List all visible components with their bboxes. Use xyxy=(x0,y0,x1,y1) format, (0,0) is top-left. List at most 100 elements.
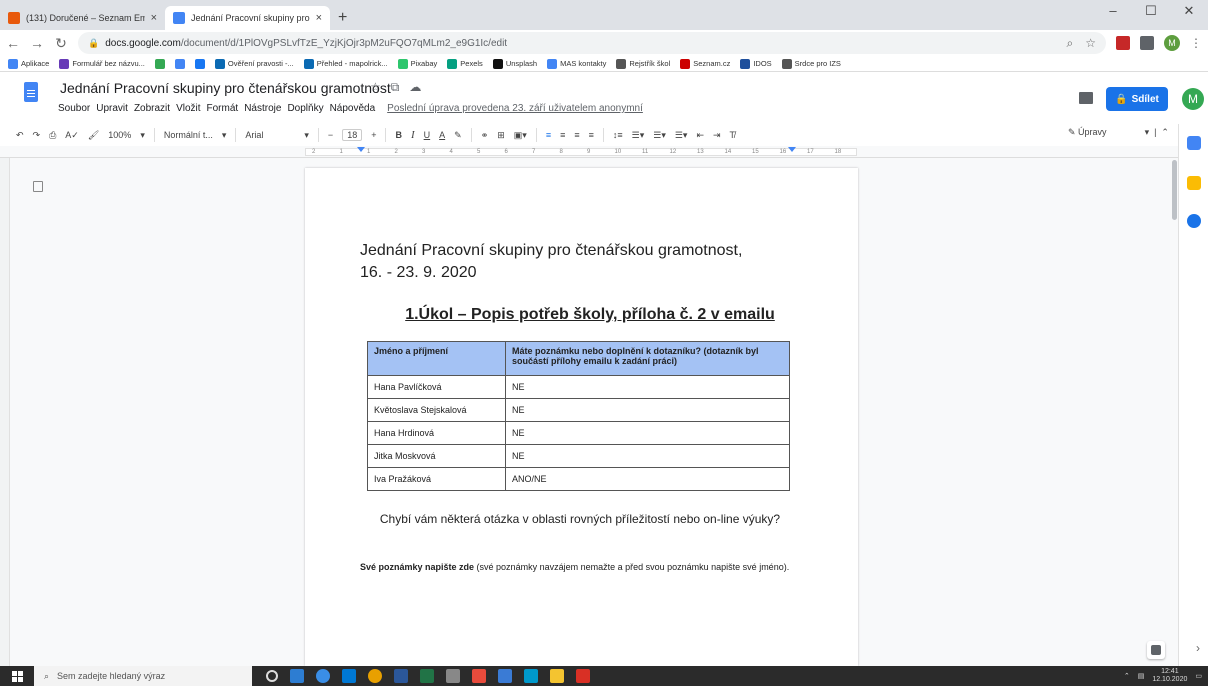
bookmark-item[interactable]: Ověření pravosti -... xyxy=(214,58,294,69)
bookmark-item[interactable]: Srdce pro IZS xyxy=(781,58,841,69)
browser-tab-docs[interactable]: Jednání Pracovní skupiny pro čte × xyxy=(165,6,330,30)
menu-insert[interactable]: Vložit xyxy=(176,103,200,114)
bookmark-item[interactable]: Pexels xyxy=(447,58,483,69)
bold-icon[interactable]: B xyxy=(395,130,402,140)
url-input[interactable]: 🔒 docs.google.com/document/d/1PlOVgPSLvf… xyxy=(78,32,1106,54)
note-paragraph[interactable]: Své poznámky napište zde (své poznámky n… xyxy=(360,561,800,574)
document-heading[interactable]: Jednání Pracovní skupiny pro čtenářskou … xyxy=(360,240,790,284)
table-cell[interactable]: NE xyxy=(505,398,790,422)
bookmark-item[interactable]: IDOS xyxy=(740,58,772,69)
question-text[interactable]: Chybí vám některá otázka v oblasti rovný… xyxy=(370,510,790,528)
last-edit-link[interactable]: Poslední úprava provedena 23. září uživa… xyxy=(387,103,643,114)
forward-arrow-icon[interactable]: → xyxy=(30,35,44,51)
explore-button[interactable] xyxy=(1147,641,1165,659)
menu-addons[interactable]: Doplňky xyxy=(287,103,323,114)
pdf-extension-icon[interactable] xyxy=(1116,36,1130,50)
close-tab-icon[interactable]: × xyxy=(151,12,157,24)
docs-logo-icon[interactable] xyxy=(24,82,38,102)
star-icon[interactable]: ☆ xyxy=(370,80,381,95)
bullet-list-icon[interactable]: ☰▾ xyxy=(653,130,666,141)
table-cell[interactable]: Hana Hrdinová xyxy=(367,421,506,445)
file-explorer-icon[interactable] xyxy=(550,669,564,683)
close-tab-icon[interactable]: × xyxy=(316,12,322,24)
bookmark-item[interactable]: Rejstřík škol xyxy=(616,58,670,69)
table-cell[interactable]: Iva Pražáková xyxy=(367,467,506,491)
bookmark-item[interactable]: Unsplash xyxy=(492,58,537,69)
undo-icon[interactable]: ↶ xyxy=(16,130,24,141)
align-center-icon[interactable]: ≡ xyxy=(560,130,565,140)
line-spacing-icon[interactable]: ↕≡ xyxy=(613,130,623,140)
back-arrow-icon[interactable]: ← xyxy=(6,35,20,51)
profile-avatar-small[interactable]: M xyxy=(1164,35,1180,51)
taskbar-search[interactable]: ⌕ Sem zadejte hledaný výraz xyxy=(34,666,252,686)
chrome-icon[interactable] xyxy=(368,669,382,683)
font-size-input[interactable]: 18 xyxy=(342,129,363,141)
star-icon[interactable]: ☆ xyxy=(1085,36,1096,50)
maximize-button[interactable]: ☐ xyxy=(1132,0,1170,26)
zoom-select[interactable]: 100% xyxy=(108,130,131,140)
app-icon[interactable] xyxy=(524,669,538,683)
bookmark-item[interactable]: Pixabay xyxy=(397,58,437,69)
chevron-down-icon[interactable]: ▾ | ⌃ xyxy=(1145,127,1169,138)
vertical-ruler[interactable] xyxy=(0,158,10,666)
table-cell[interactable]: Hana Pavlíčková xyxy=(367,375,506,399)
clear-formatting-icon[interactable]: T̸ xyxy=(730,130,736,140)
menu-edit[interactable]: Upravit xyxy=(96,103,128,114)
underline-icon[interactable]: U xyxy=(424,130,431,140)
bookmark-item[interactable]: Přehled - mapolrick... xyxy=(303,58,388,69)
pdf-icon[interactable] xyxy=(576,669,590,683)
puzzle-extension-icon[interactable] xyxy=(1140,36,1154,50)
table-cell[interactable]: NE xyxy=(505,375,790,399)
keep-icon[interactable] xyxy=(1187,176,1201,190)
menu-dots-icon[interactable]: ⋮ xyxy=(1190,36,1202,50)
notifications-icon[interactable]: ▭ xyxy=(1195,672,1202,680)
bookmark-item[interactable] xyxy=(154,58,165,69)
clock[interactable]: 12:41 12.10.2020 xyxy=(1152,668,1187,684)
document-title[interactable]: Jednání Pracovní skupiny pro čtenářskou … xyxy=(60,80,391,96)
paint-format-icon[interactable]: 🖌 xyxy=(88,130,99,141)
menu-format[interactable]: Formát xyxy=(207,103,239,114)
document-outline-icon[interactable] xyxy=(33,181,43,192)
menu-help[interactable]: Nápověda xyxy=(330,103,376,114)
table-cell[interactable]: ANO/NE xyxy=(505,467,790,491)
calculator-icon[interactable] xyxy=(498,669,512,683)
cortana-icon[interactable] xyxy=(266,670,278,682)
task-view-icon[interactable] xyxy=(290,669,304,683)
text-color-icon[interactable]: A xyxy=(439,130,445,140)
tasks-icon[interactable] xyxy=(1187,214,1201,228)
align-justify-icon[interactable]: ≡ xyxy=(589,130,594,140)
table-cell[interactable]: Jitka Moskvová xyxy=(367,444,506,468)
table-cell[interactable]: Květoslava Stejskalová xyxy=(367,398,506,422)
chevron-right-icon[interactable]: › xyxy=(1196,641,1200,655)
menu-tools[interactable]: Nástroje xyxy=(244,103,281,114)
reload-icon[interactable]: ↻ xyxy=(54,35,68,52)
menu-view[interactable]: Zobrazit xyxy=(134,103,170,114)
tray-chevron-icon[interactable]: ⌃ xyxy=(1124,672,1130,680)
redo-icon[interactable]: ↷ xyxy=(33,130,41,141)
minimize-button[interactable]: – xyxy=(1094,0,1132,26)
horizontal-ruler[interactable]: 2 1 1 2 3 4 5 6 7 8 9 10 11 12 13 14 15 16 17 18 xyxy=(0,146,1178,158)
numbered-list-icon[interactable]: ☰▾ xyxy=(675,130,688,141)
edit-mode-select[interactable]: ✎ Úpravy xyxy=(1068,127,1107,138)
bookmark-item[interactable]: MAS kontakty xyxy=(547,58,606,69)
edge-icon[interactable] xyxy=(316,669,330,683)
share-button[interactable]: 🔒 Sdílet xyxy=(1106,87,1168,111)
menu-file[interactable]: Soubor xyxy=(58,103,90,114)
network-icon[interactable]: ▤ xyxy=(1138,672,1145,680)
avatar[interactable]: M xyxy=(1182,88,1204,110)
start-button[interactable] xyxy=(0,666,34,686)
table-cell[interactable]: NE xyxy=(505,421,790,445)
comment-add-icon[interactable]: ⊞ xyxy=(497,130,505,141)
app-icon[interactable] xyxy=(472,669,486,683)
align-right-icon[interactable]: ≡ xyxy=(574,130,579,140)
checklist-icon[interactable]: ☰▾ xyxy=(632,130,645,141)
print-icon[interactable]: ⎙ xyxy=(49,130,56,141)
bookmark-item[interactable] xyxy=(194,58,205,69)
bookmark-item[interactable]: Formulář bez názvu... xyxy=(59,58,145,69)
comments-icon[interactable] xyxy=(1079,92,1093,104)
close-window-button[interactable]: ✕ xyxy=(1170,0,1208,26)
outlook-icon[interactable] xyxy=(342,669,356,683)
excel-icon[interactable] xyxy=(420,669,434,683)
browser-tab-email[interactable]: (131) Doručené – Seznam Email × xyxy=(0,6,165,30)
app-icon[interactable] xyxy=(446,669,460,683)
